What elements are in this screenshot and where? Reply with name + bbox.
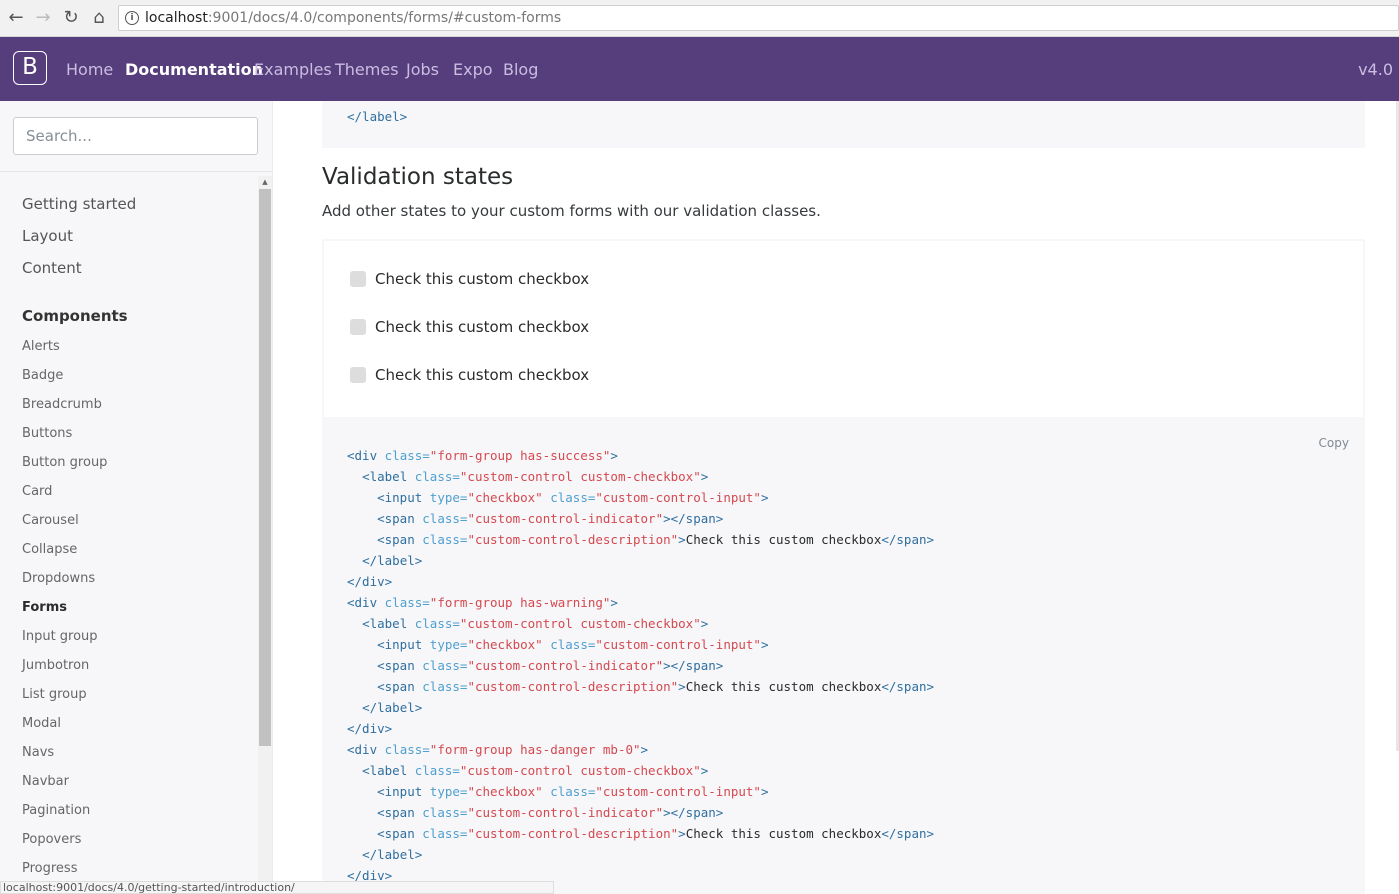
nav-blog[interactable]: Blog [503, 60, 538, 79]
top-navbar: B Home Documentation Examples Themes Job… [0, 37, 1399, 101]
back-icon[interactable]: ← [6, 8, 26, 28]
status-bar: localhost:9001/docs/4.0/getting-started/… [0, 881, 554, 894]
sidebar-item-progress[interactable]: Progress [22, 861, 77, 876]
version-dropdown[interactable]: v4.0 [1358, 60, 1393, 79]
code-listing: <div class="form-group has-success"> <la… [347, 448, 935, 883]
sidebar: Getting started Layout Content Component… [0, 101, 273, 894]
previous-code-block: </label> [322, 101, 1365, 148]
sidebar-item-card[interactable]: Card [22, 484, 52, 499]
sidebar-item-buttons[interactable]: Buttons [22, 426, 72, 441]
sidebar-item-modal[interactable]: Modal [22, 716, 61, 731]
sidebar-section-content[interactable]: Content [22, 259, 82, 277]
sidebar-divider [0, 171, 273, 172]
search-input[interactable] [13, 117, 258, 155]
sidebar-item-breadcrumb[interactable]: Breadcrumb [22, 397, 102, 412]
sidebar-item-popovers[interactable]: Popovers [22, 832, 81, 847]
sidebar-item-list-group[interactable]: List group [22, 687, 87, 702]
sidebar-item-navbar[interactable]: Navbar [22, 774, 69, 789]
nav-examples[interactable]: Examples [254, 60, 332, 79]
checkbox-label[interactable]: Check this custom checkbox [375, 270, 589, 288]
sidebar-section-getting-started[interactable]: Getting started [22, 195, 136, 213]
info-icon[interactable]: i [125, 11, 139, 25]
sidebar-item-badge[interactable]: Badge [22, 368, 63, 383]
checkbox-label[interactable]: Check this custom checkbox [375, 318, 589, 336]
nav-home[interactable]: Home [66, 60, 113, 79]
url-path: :9001/docs/4.0/components/forms/#custom-… [207, 10, 562, 26]
scroll-up-icon[interactable]: ▲ [258, 176, 272, 188]
checkbox-label[interactable]: Check this custom checkbox [375, 366, 589, 384]
url-text[interactable]: localhost:9001/docs/4.0/components/forms… [145, 10, 561, 26]
forward-icon[interactable]: → [33, 8, 53, 28]
address-bar[interactable]: i localhost:9001/docs/4.0/components/for… [118, 5, 1399, 31]
sidebar-item-jumbotron[interactable]: Jumbotron [22, 658, 89, 673]
copy-button[interactable]: Copy [1319, 436, 1349, 450]
sidebar-item-dropdowns[interactable]: Dropdowns [22, 571, 95, 586]
sidebar-item-alerts[interactable]: Alerts [22, 339, 60, 354]
sidebar-item-navs[interactable]: Navs [22, 745, 54, 760]
sidebar-item-button-group[interactable]: Button group [22, 455, 107, 470]
home-icon[interactable]: ⌂ [89, 8, 109, 28]
reload-icon[interactable]: ↻ [61, 8, 81, 28]
sidebar-item-carousel[interactable]: Carousel [22, 513, 79, 528]
nav-expo[interactable]: Expo [453, 60, 493, 79]
checkbox-indicator[interactable] [350, 367, 366, 383]
browser-toolbar: ← → ↻ ⌂ i localhost:9001/docs/4.0/compon… [0, 0, 1399, 37]
sidebar-scrollbar-thumb[interactable] [259, 189, 271, 746]
previous-code-tail: </label> [347, 109, 408, 124]
nav-themes[interactable]: Themes [335, 60, 399, 79]
sidebar-item-pagination[interactable]: Pagination [22, 803, 90, 818]
sidebar-item-forms[interactable]: Forms [22, 600, 67, 615]
bootstrap-logo[interactable]: B [13, 51, 47, 85]
checkbox-indicator[interactable] [350, 319, 366, 335]
nav-documentation[interactable]: Documentation [125, 60, 263, 79]
nav-jobs[interactable]: Jobs [406, 60, 439, 79]
code-block: Copy <div class="form-group has-success"… [322, 419, 1365, 894]
section-heading: Validation states [322, 164, 514, 190]
checkbox-indicator[interactable] [350, 271, 366, 287]
section-lead: Add other states to your custom forms wi… [322, 202, 821, 220]
example-preview: Check this custom checkbox Check this cu… [322, 239, 1365, 419]
sidebar-section-components[interactable]: Components [22, 307, 128, 325]
sidebar-item-input-group[interactable]: Input group [22, 629, 98, 644]
sidebar-section-layout[interactable]: Layout [22, 227, 73, 245]
url-host: localhost [145, 10, 208, 26]
sidebar-item-collapse[interactable]: Collapse [22, 542, 77, 557]
